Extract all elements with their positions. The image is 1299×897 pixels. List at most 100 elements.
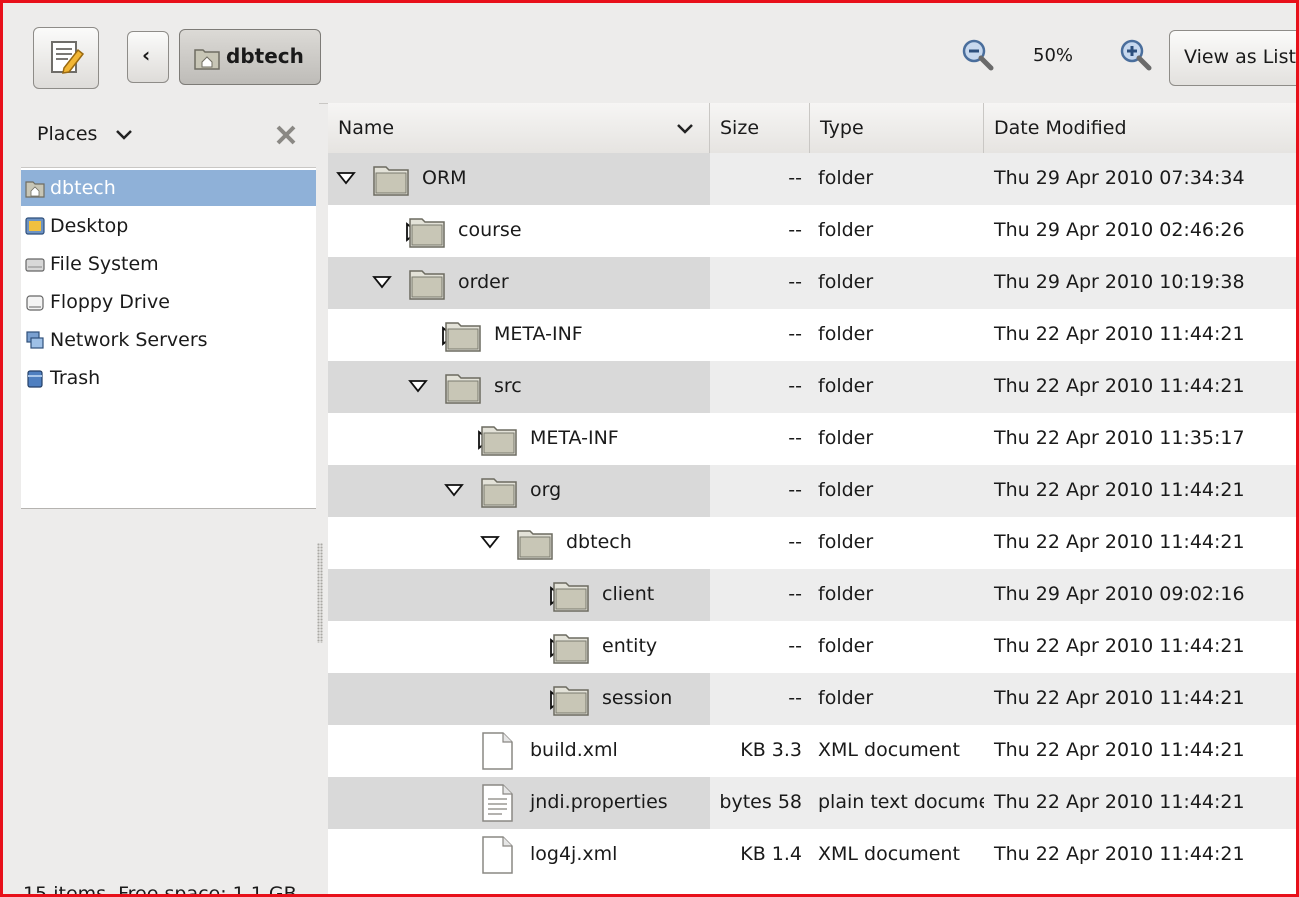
file-size: -- bbox=[788, 479, 802, 501]
file-type: folder bbox=[818, 479, 874, 501]
table-row[interactable]: session -- folder Thu 22 Apr 2010 11:44:21 bbox=[328, 673, 1296, 725]
folder-icon bbox=[373, 166, 409, 196]
status-bar: 15 items, Free space: 1.1 GB bbox=[23, 883, 297, 897]
sidebar-item-network-servers[interactable]: Network Servers bbox=[21, 322, 316, 358]
table-row[interactable]: jndi.properties 58 bytes plain text docume… bbox=[328, 777, 1296, 829]
file-type: folder bbox=[818, 323, 874, 345]
file-type: folder bbox=[818, 271, 874, 293]
folder-icon bbox=[553, 582, 589, 612]
file-date: Thu 22 Apr 2010 11:44:21 bbox=[994, 635, 1245, 657]
folder-icon bbox=[553, 686, 589, 716]
file-date: Thu 22 Apr 2010 11:44:21 bbox=[994, 531, 1245, 553]
table-row[interactable]: client -- folder Thu 29 Apr 2010 09:02:16 bbox=[328, 569, 1296, 621]
file-date: Thu 29 Apr 2010 07:34:34 bbox=[994, 167, 1245, 189]
file-size: -- bbox=[788, 687, 802, 709]
column-header-name[interactable]: Name bbox=[328, 103, 710, 153]
table-row[interactable]: org -- folder Thu 22 Apr 2010 11:44:21 bbox=[328, 465, 1296, 517]
name-cell[interactable]: course bbox=[328, 205, 710, 257]
name-cell[interactable]: build.xml bbox=[328, 725, 710, 777]
file-name: META-INF bbox=[530, 427, 619, 449]
name-cell[interactable]: session bbox=[328, 673, 710, 725]
sidebar-item-label: Trash bbox=[50, 367, 101, 389]
file-type: plain text document bbox=[818, 791, 984, 813]
sidebar-item-label: Network Servers bbox=[50, 329, 208, 351]
file-name: entity bbox=[602, 635, 658, 657]
file-date: Thu 22 Apr 2010 11:44:21 bbox=[994, 739, 1245, 761]
edit-location-button[interactable] bbox=[33, 27, 99, 89]
sidebar-item-trash[interactable]: Trash bbox=[21, 360, 316, 396]
table-row[interactable]: dbtech -- folder Thu 22 Apr 2010 11:44:21 bbox=[328, 517, 1296, 569]
file-date: Thu 29 Apr 2010 10:19:38 bbox=[994, 271, 1245, 293]
file-size: 1.4 KB bbox=[740, 843, 802, 865]
column-header-date-label: Date Modified bbox=[994, 117, 1127, 139]
column-header-date[interactable]: Date Modified bbox=[984, 103, 1296, 153]
table-row[interactable]: build.xml 3.3 KB XML document Thu 22 Apr 20… bbox=[328, 725, 1296, 777]
sidebar: Places dbtech Desktop File System Floppy Dr… bbox=[3, 103, 323, 897]
name-cell[interactable]: order bbox=[328, 257, 710, 309]
table-row[interactable]: src -- folder Thu 22 Apr 2010 11:44:21 bbox=[328, 361, 1296, 413]
expander-open-icon[interactable] bbox=[372, 274, 392, 290]
sidebar-item-label: File System bbox=[50, 253, 159, 275]
file-name: log4j.xml bbox=[530, 843, 618, 865]
name-cell[interactable]: META-INF bbox=[328, 309, 710, 361]
column-header-type[interactable]: Type bbox=[810, 103, 984, 153]
zoom-out-icon[interactable] bbox=[961, 38, 995, 72]
expander-open-icon[interactable] bbox=[336, 170, 356, 186]
table-row[interactable]: course -- folder Thu 29 Apr 2010 02:46:26 bbox=[328, 205, 1296, 257]
sidebar-item-desktop[interactable]: Desktop bbox=[21, 208, 316, 244]
name-cell[interactable]: client bbox=[328, 569, 710, 621]
file-date: Thu 22 Apr 2010 11:44:21 bbox=[994, 791, 1245, 813]
name-cell[interactable]: ORM bbox=[328, 153, 710, 205]
file-size: -- bbox=[788, 375, 802, 397]
name-cell[interactable]: log4j.xml bbox=[328, 829, 710, 881]
folder-icon bbox=[409, 218, 445, 248]
file-name: build.xml bbox=[530, 739, 618, 761]
folder-icon bbox=[445, 374, 481, 404]
name-cell[interactable]: org bbox=[328, 465, 710, 517]
zoom-in-icon[interactable] bbox=[1119, 38, 1153, 72]
expander-open-icon[interactable] bbox=[444, 482, 464, 498]
text-file-icon bbox=[482, 784, 513, 822]
expander-open-icon[interactable] bbox=[408, 378, 428, 394]
file-name: client bbox=[602, 583, 655, 605]
zoom-level[interactable]: 50% bbox=[1033, 45, 1073, 66]
file-name: META-INF bbox=[494, 323, 583, 345]
table-row[interactable]: META-INF -- folder Thu 22 Apr 2010 11:35:17 bbox=[328, 413, 1296, 465]
column-headers: Name Size Type Date Modified bbox=[328, 103, 1296, 154]
close-sidebar-icon[interactable] bbox=[275, 124, 297, 146]
table-row[interactable]: META-INF -- folder Thu 22 Apr 2010 11:44:21 bbox=[328, 309, 1296, 361]
places-header[interactable]: Places bbox=[3, 103, 316, 163]
table-row[interactable]: order -- folder Thu 29 Apr 2010 10:19:38 bbox=[328, 257, 1296, 309]
name-cell[interactable]: entity bbox=[328, 621, 710, 673]
chevron-down-icon bbox=[116, 130, 132, 140]
file-name: dbtech bbox=[566, 531, 632, 553]
file-name: course bbox=[458, 219, 522, 241]
table-row[interactable]: ORM -- folder Thu 29 Apr 2010 07:34:34 bbox=[328, 153, 1296, 205]
path-button-dbtech[interactable]: dbtech bbox=[179, 29, 321, 85]
path-button-label: dbtech bbox=[226, 44, 304, 68]
table-row[interactable]: entity -- folder Thu 22 Apr 2010 11:44:21 bbox=[328, 621, 1296, 673]
file-name: session bbox=[602, 687, 673, 709]
sidebar-item-dbtech[interactable]: dbtech bbox=[21, 170, 316, 206]
sidebar-item-label: Desktop bbox=[50, 215, 129, 237]
expander-open-icon[interactable] bbox=[480, 534, 500, 550]
sidebar-item-floppy-drive[interactable]: Floppy Drive bbox=[21, 284, 316, 320]
view-as-dropdown[interactable]: View as List bbox=[1169, 30, 1296, 86]
file-size: 58 bytes bbox=[719, 791, 802, 813]
back-button[interactable]: ‹ bbox=[127, 31, 169, 83]
name-cell[interactable]: META-INF bbox=[328, 413, 710, 465]
file-size: -- bbox=[788, 219, 802, 241]
sidebar-item-file-system[interactable]: File System bbox=[21, 246, 316, 282]
folder-icon bbox=[481, 478, 517, 508]
name-cell[interactable]: dbtech bbox=[328, 517, 710, 569]
home-folder-icon bbox=[194, 49, 220, 70]
column-header-name-label: Name bbox=[338, 117, 395, 139]
folder-icon bbox=[445, 322, 481, 352]
name-cell[interactable]: jndi.properties bbox=[328, 777, 710, 829]
pane-resize-handle[interactable] bbox=[317, 543, 323, 643]
table-row[interactable]: log4j.xml 1.4 KB XML document Thu 22 Apr 20… bbox=[328, 829, 1296, 881]
home-folder-icon bbox=[25, 181, 45, 198]
name-cell[interactable]: src bbox=[328, 361, 710, 413]
file-type: folder bbox=[818, 167, 874, 189]
column-header-size[interactable]: Size bbox=[710, 103, 810, 153]
